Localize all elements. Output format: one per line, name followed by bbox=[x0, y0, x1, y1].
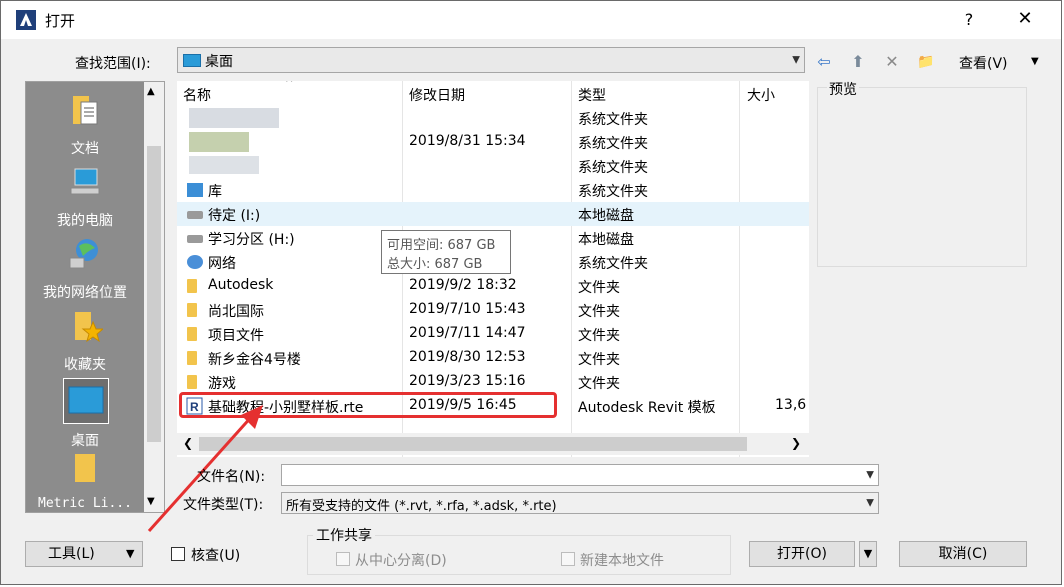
drive-icon bbox=[187, 211, 203, 219]
file-row[interactable]: 尚北国际 2019/7/10 15:43 文件夹 bbox=[177, 298, 809, 322]
filename-label: 文件名(N): bbox=[197, 469, 266, 485]
blurred-item-icon bbox=[189, 132, 249, 152]
file-row[interactable]: 待定 (I:) 本地磁盘 bbox=[177, 202, 809, 226]
chevron-down-icon: ▼ bbox=[126, 547, 135, 560]
place-label: Metric Li... bbox=[38, 496, 132, 511]
chevron-down-icon[interactable]: ▼ bbox=[866, 498, 874, 509]
open-button[interactable]: 打开(O) bbox=[749, 541, 855, 567]
up-folder-icon[interactable]: ⬆ bbox=[847, 51, 869, 73]
close-button[interactable]: ✕ bbox=[1011, 5, 1039, 33]
filetype-value: 所有受支持的文件 (*.rvt, *.rfa, *.adsk, *.rte) bbox=[286, 499, 557, 514]
drive-icon bbox=[187, 235, 203, 243]
file-row[interactable]: 新乡金谷4号楼 2019/8/30 12:53 文件夹 bbox=[177, 346, 809, 370]
place-desktop[interactable]: 桌面 bbox=[26, 374, 144, 449]
tooltip-free-space: 可用空间: 687 GB bbox=[387, 238, 496, 253]
folder-icon bbox=[187, 279, 197, 293]
help-button[interactable]: ? bbox=[956, 7, 982, 33]
new-local-checkbox[interactable] bbox=[561, 552, 575, 566]
chevron-down-icon[interactable]: ▼ bbox=[866, 470, 874, 481]
computer-icon bbox=[70, 168, 100, 195]
open-dialog: 打开 ? ✕ 查找范围(I): 桌面 ▼ ⇦ ⬆ ✕ 📁 查看(V) ▼ 文档 bbox=[0, 0, 1062, 585]
scroll-right-icon[interactable]: ❯ bbox=[791, 436, 801, 450]
library-icon bbox=[187, 183, 203, 197]
folder-icon bbox=[187, 327, 197, 341]
network-globe-icon bbox=[69, 239, 98, 269]
file-row[interactable]: 库 系统文件夹 bbox=[177, 178, 809, 202]
scroll-thumb[interactable] bbox=[199, 437, 747, 451]
title-bar: 打开 ? ✕ bbox=[1, 1, 1061, 39]
sort-up-icon: ^ bbox=[285, 81, 294, 89]
revit-app-icon bbox=[16, 10, 36, 30]
place-favorites[interactable]: 收藏夹 bbox=[26, 304, 144, 374]
cancel-button[interactable]: 取消(C) bbox=[899, 541, 1027, 567]
folder-icon bbox=[187, 351, 197, 365]
desktop-monitor-icon bbox=[63, 378, 109, 424]
folder-icon bbox=[187, 303, 197, 317]
look-in-dropdown[interactable]: 桌面 ▼ bbox=[177, 47, 805, 73]
filetype-label: 文件类型(T): bbox=[183, 497, 264, 513]
place-network[interactable]: 我的网络位置 bbox=[26, 232, 144, 302]
blurred-item-icon bbox=[189, 108, 279, 128]
desktop-icon bbox=[183, 54, 201, 67]
tools-button[interactable]: 工具(L) ▼ bbox=[25, 541, 143, 567]
new-local-label: 新建本地文件 bbox=[580, 553, 664, 569]
place-my-computer[interactable]: 我的电脑 bbox=[26, 160, 144, 230]
filename-input[interactable]: ▼ bbox=[281, 464, 879, 486]
scroll-up-icon[interactable]: ▲ bbox=[147, 86, 155, 97]
views-menu[interactable]: 查看(V) bbox=[959, 53, 1008, 73]
favorites-star-icon bbox=[75, 312, 103, 343]
views-dropdown-icon[interactable]: ▼ bbox=[1031, 56, 1039, 67]
preview-pane bbox=[817, 87, 1027, 267]
folder-icon bbox=[187, 375, 197, 389]
open-dropdown-icon[interactable]: ▼ bbox=[859, 541, 877, 567]
detach-checkbox[interactable] bbox=[336, 552, 350, 566]
drive-tooltip: 可用空间: 687 GB 总大小: 687 GB bbox=[381, 230, 511, 274]
filetype-dropdown[interactable]: 所有受支持的文件 (*.rvt, *.rfa, *.adsk, *.rte) ▼ bbox=[281, 492, 879, 514]
file-row[interactable]: 游戏 2019/3/23 15:16 文件夹 bbox=[177, 370, 809, 394]
preview-label: 预览 bbox=[827, 79, 859, 99]
place-label: 文档 bbox=[71, 141, 99, 157]
place-metric-library[interactable]: Metric Li... bbox=[26, 446, 144, 512]
detach-label: 从中心分离(D) bbox=[355, 553, 447, 569]
place-documents[interactable]: 文档 bbox=[26, 88, 144, 158]
chevron-down-icon[interactable]: ▼ bbox=[792, 55, 800, 66]
file-row[interactable]: 2019/8/31 15:34 系统文件夹 bbox=[177, 130, 809, 154]
file-row[interactable]: 项目文件 2019/7/11 14:47 文件夹 bbox=[177, 322, 809, 346]
audit-checkbox[interactable] bbox=[171, 547, 185, 561]
place-label: 我的网络位置 bbox=[43, 285, 127, 301]
dialog-title: 打开 bbox=[45, 12, 76, 30]
file-row[interactable]: 系统文件夹 bbox=[177, 106, 809, 130]
back-arrow-icon[interactable]: ⇦ bbox=[813, 51, 835, 73]
worksharing-label: 工作共享 bbox=[313, 525, 375, 545]
file-row[interactable]: Autodesk 2019/9/2 18:32 文件夹 bbox=[177, 274, 809, 298]
documents-folder-icon bbox=[73, 96, 98, 125]
new-folder-icon[interactable]: 📁 bbox=[915, 51, 937, 73]
folder-icon bbox=[75, 454, 95, 482]
network-icon bbox=[187, 255, 203, 269]
scroll-thumb[interactable] bbox=[147, 146, 161, 442]
place-label: 我的电脑 bbox=[57, 213, 113, 229]
tooltip-total-size: 总大小: 687 GB bbox=[387, 257, 483, 272]
delete-icon[interactable]: ✕ bbox=[881, 51, 903, 73]
blurred-item-icon bbox=[189, 156, 259, 174]
place-label: 收藏夹 bbox=[64, 357, 106, 373]
audit-label: 核查(U) bbox=[191, 548, 241, 564]
file-row[interactable]: 系统文件夹 bbox=[177, 154, 809, 178]
look-in-label: 查找范围(I): bbox=[75, 56, 151, 72]
look-in-value: 桌面 bbox=[205, 54, 233, 70]
